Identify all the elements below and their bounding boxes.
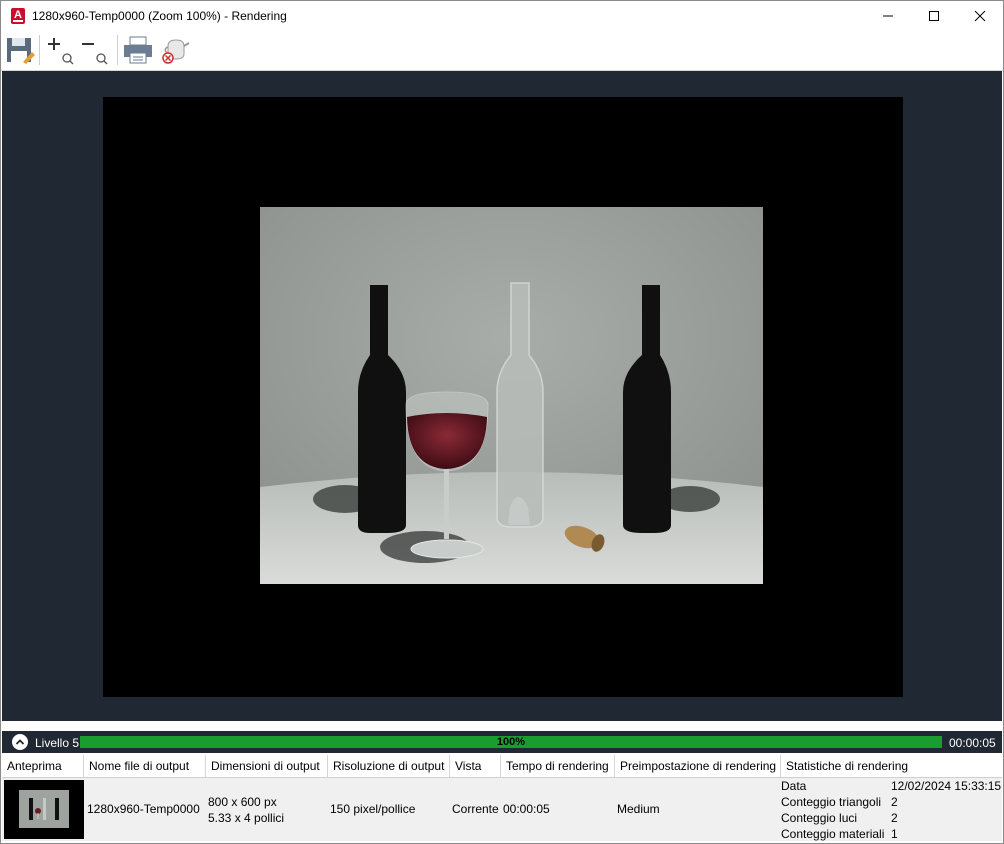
- status-bar: Livello 5 100% 00:00:05: [2, 731, 1002, 753]
- stat-label: Data: [781, 779, 807, 793]
- column-header-preset[interactable]: Preimpostazione di rendering: [615, 755, 781, 777]
- elapsed-time: 00:00:05: [949, 736, 996, 750]
- size-in-cell: 5.33 x 4 pollici: [208, 811, 285, 825]
- zoom-out-icon: [82, 43, 108, 65]
- render-canvas: [103, 97, 903, 697]
- toolbar: [1, 31, 1003, 71]
- column-header-preview[interactable]: Anteprima: [2, 755, 84, 777]
- minimize-button[interactable]: [865, 1, 911, 31]
- teapot-cancel-icon: [162, 39, 190, 64]
- table-row[interactable]: 1280x960-Temp0000 800 x 600 px 5.33 x 4 …: [2, 778, 1002, 841]
- stat-value: 2: [891, 811, 898, 825]
- stat-label: Conteggio luci: [781, 811, 858, 825]
- render-viewport[interactable]: [2, 71, 1002, 721]
- level-label: Livello 5: [35, 736, 80, 750]
- maximize-button[interactable]: [911, 1, 957, 31]
- printer-icon: [124, 36, 152, 64]
- progress-text: 100%: [496, 736, 526, 748]
- close-button[interactable]: [957, 1, 1003, 31]
- window-title: 1280x960-Temp0000 (Zoom 100%) - Renderin…: [32, 9, 287, 23]
- maximize-icon: [929, 11, 939, 21]
- preset-cell: Medium: [617, 802, 660, 816]
- column-header-file-name[interactable]: Nome file di output: [84, 755, 206, 777]
- zoom-out-button[interactable]: [79, 34, 111, 66]
- save-button[interactable]: [5, 34, 37, 66]
- zoom-in-icon: [48, 38, 74, 65]
- resolution-cell: 150 pixel/pollice: [330, 802, 416, 816]
- stat-label: Conteggio materiali: [781, 827, 885, 841]
- zoom-in-button[interactable]: [45, 34, 77, 66]
- rendered-image: [260, 207, 763, 584]
- cancel-render-button[interactable]: [159, 34, 191, 66]
- collapse-chevron-icon[interactable]: [12, 734, 28, 750]
- title-bar: A 1280x960-Temp0000 (Zoom 100%) - Render…: [1, 1, 1003, 31]
- stat-value: 1: [891, 827, 898, 841]
- close-icon: [974, 10, 986, 22]
- stat-label: Conteggio triangoli: [781, 795, 882, 809]
- column-header-view[interactable]: Vista: [450, 755, 501, 777]
- print-button[interactable]: [122, 34, 154, 66]
- minimize-icon: [883, 15, 893, 17]
- save-icon: [7, 38, 35, 64]
- column-header-resolution[interactable]: Risoluzione di output: [328, 755, 450, 777]
- file-name-cell: 1280x960-Temp0000: [87, 802, 200, 816]
- autocad-app-icon: A: [11, 8, 25, 24]
- render-time-cell: 00:00:05: [503, 802, 550, 816]
- column-header-stats[interactable]: Statistiche di rendering: [781, 755, 1002, 777]
- view-cell: Corrente: [452, 802, 499, 816]
- column-header-render-time[interactable]: Tempo di rendering: [501, 755, 615, 777]
- size-px-cell: 800 x 600 px: [208, 795, 277, 809]
- preview-thumbnail: [4, 780, 84, 839]
- stat-value: 12/02/2024 15:33:15: [891, 779, 1002, 793]
- column-header-output-size[interactable]: Dimensioni di output: [206, 755, 328, 777]
- render-history-table: Anteprima Nome file di output Dimensioni…: [2, 755, 1002, 843]
- render-progress-bar: 100%: [80, 736, 942, 748]
- table-header: Anteprima Nome file di output Dimensioni…: [2, 755, 1002, 778]
- stat-value: 2: [891, 795, 898, 809]
- render-window: A 1280x960-Temp0000 (Zoom 100%) - Render…: [0, 0, 1004, 844]
